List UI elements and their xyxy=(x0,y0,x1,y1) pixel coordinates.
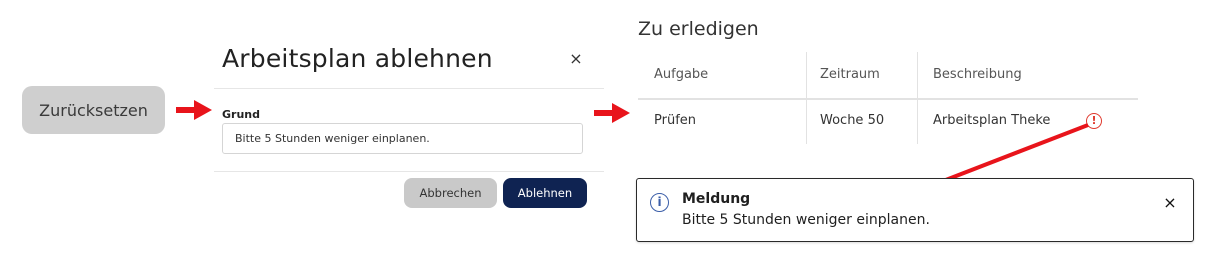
toast-notification: i Meldung Bitte 5 Stunden weniger einpla… xyxy=(636,178,1194,242)
info-icon: i xyxy=(650,193,669,212)
toast-message: Bitte 5 Stunden weniger einplanen. xyxy=(682,212,930,228)
close-icon[interactable]: × xyxy=(1161,193,1179,213)
toast-title: Meldung xyxy=(682,191,751,207)
